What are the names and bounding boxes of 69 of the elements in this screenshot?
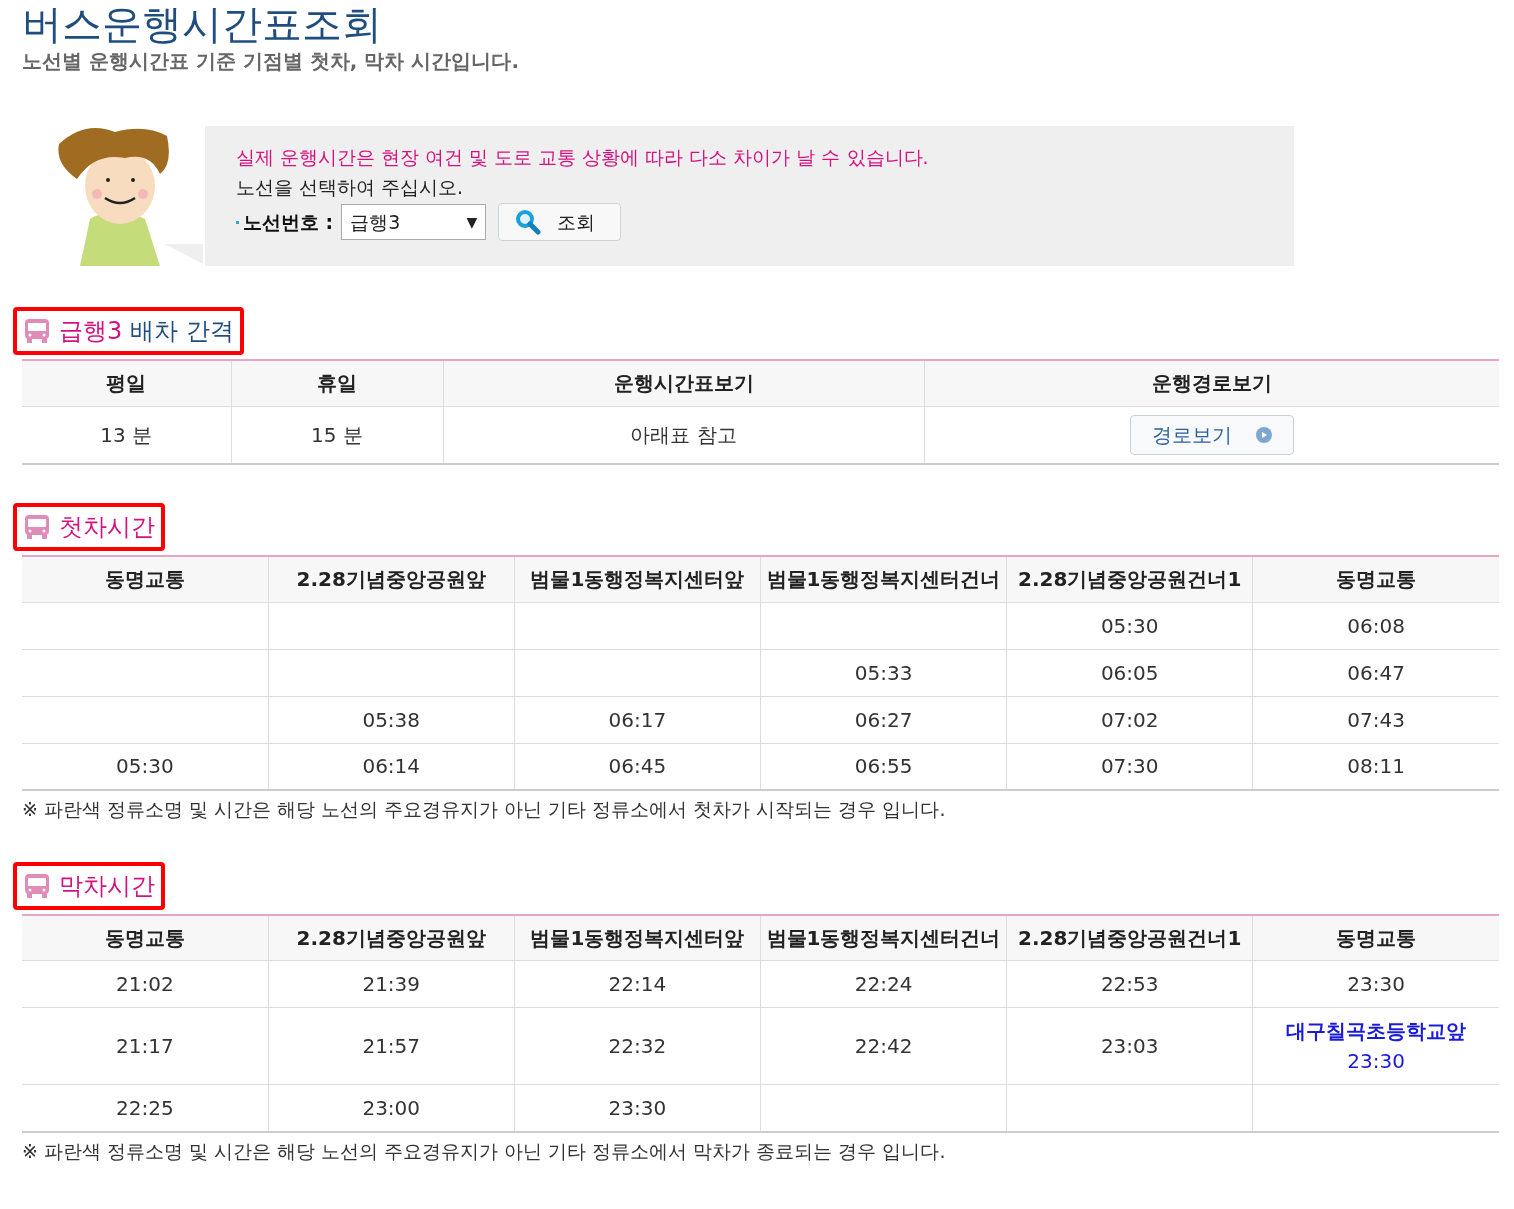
time-cell: 21:39	[268, 960, 515, 1008]
time-cell: 07:43	[1252, 696, 1499, 743]
time-cell: 08:11	[1252, 743, 1499, 790]
time-cell: 05:38	[268, 696, 515, 743]
route-label: 노선번호 :	[243, 209, 334, 235]
timetable-cell: 아래표 참고	[443, 406, 924, 464]
time-cell: 21:57	[268, 1007, 515, 1085]
page-title: 버스운행시간표조회	[22, 0, 383, 46]
time-cell: 05:30	[1006, 602, 1253, 649]
column-header: 평일	[22, 360, 231, 406]
column-header: 2.28기념중앙공원건너1	[1006, 556, 1253, 602]
interval-cell: 15 분	[231, 406, 443, 464]
time-cell: 06:05	[1006, 649, 1253, 696]
time-cell: 06:47	[1252, 649, 1499, 696]
play-circle-icon	[1255, 426, 1272, 443]
footnote: ※ 파란색 정류소명 및 시간은 해당 노선의 주요경유지가 아닌 기타 정류소에서 첫차가 시작되는 경우 입니다.	[22, 797, 947, 822]
time-cell: 06:14	[268, 743, 515, 790]
column-header: 운행경로보기	[924, 360, 1499, 406]
time-cell: 22:53	[1006, 960, 1253, 1008]
column-header: 범물1동행정복지센터건너	[760, 914, 1007, 961]
column-header: 운행시간표보기	[443, 360, 924, 406]
section-heading: 급행3 배차 간격	[13, 307, 244, 355]
column-header: 동명교통	[1252, 556, 1499, 602]
section-heading: 막차시간	[13, 861, 165, 910]
time-cell: 대구칠곡초등학교앞 23:30	[1252, 1007, 1499, 1085]
time-cell: 22:42	[760, 1007, 1007, 1085]
time-cell: 22:14	[514, 960, 761, 1008]
search-icon	[515, 209, 542, 235]
column-header: 범물1동행정복지센터앞	[514, 914, 761, 961]
time-cell: 22:25	[22, 1084, 269, 1132]
route-select[interactable]: 급행3 ▼	[341, 204, 487, 240]
bus-icon	[23, 317, 51, 345]
time-cell: 22:32	[514, 1007, 761, 1085]
instruction-text: 노선을 선택하여 주십시오.	[236, 175, 465, 200]
time-cell: 06:27	[760, 696, 1007, 743]
time-cell: 23:30	[514, 1084, 761, 1132]
time-cell: 06:08	[1252, 602, 1499, 649]
time-cell: 06:17	[514, 696, 761, 743]
time-cell: 07:02	[1006, 696, 1253, 743]
route-view-button[interactable]: 경로보기	[1129, 414, 1294, 455]
bullet-icon	[236, 220, 239, 224]
column-header: 범물1동행정복지센터앞	[514, 556, 761, 602]
column-header: 2.28기념중앙공원건너1	[1006, 914, 1253, 961]
column-header: 범물1동행정복지센터건너	[760, 556, 1007, 602]
time-cell: 21:17	[22, 1007, 269, 1085]
column-header: 2.28기념중앙공원앞	[268, 556, 515, 602]
time-cell: 05:33	[760, 649, 1007, 696]
bus-icon	[23, 871, 51, 900]
time-cell: 07:30	[1006, 743, 1253, 790]
page-subtitle: 노선별 운행시간표 기준 기점별 첫차, 막차 시간입니다.	[22, 48, 520, 75]
interval-cell: 13 분	[22, 406, 231, 464]
section-heading: 첫차시간	[13, 503, 165, 551]
time-cell: 05:30	[22, 743, 269, 790]
column-header: 동명교통	[1252, 914, 1499, 961]
time-cell: 06:55	[760, 743, 1007, 790]
warning-text: 실제 운행시간은 현장 여건 및 도로 교통 상황에 따라 다소 차이가 날 수 있습니다.	[236, 145, 930, 170]
search-button[interactable]: 조회	[498, 203, 622, 241]
column-header: 동명교통	[22, 556, 269, 602]
time-cell: 23:00	[268, 1084, 515, 1132]
footnote: ※ 파란색 정류소명 및 시간은 해당 노선의 주요경유지가 아닌 기타 정류소에서 막차가 종료되는 경우 입니다.	[22, 1138, 947, 1164]
time-cell: 21:02	[22, 960, 269, 1008]
time-cell: 06:45	[514, 743, 761, 790]
column-header: 동명교통	[22, 914, 269, 961]
time-cell: 22:24	[760, 960, 1007, 1008]
time-cell: 23:03	[1006, 1007, 1253, 1085]
time-cell: 23:30	[1252, 960, 1499, 1008]
column-header: 2.28기념중앙공원앞	[268, 914, 515, 961]
bus-icon	[23, 513, 51, 541]
column-header: 휴일	[231, 360, 443, 406]
